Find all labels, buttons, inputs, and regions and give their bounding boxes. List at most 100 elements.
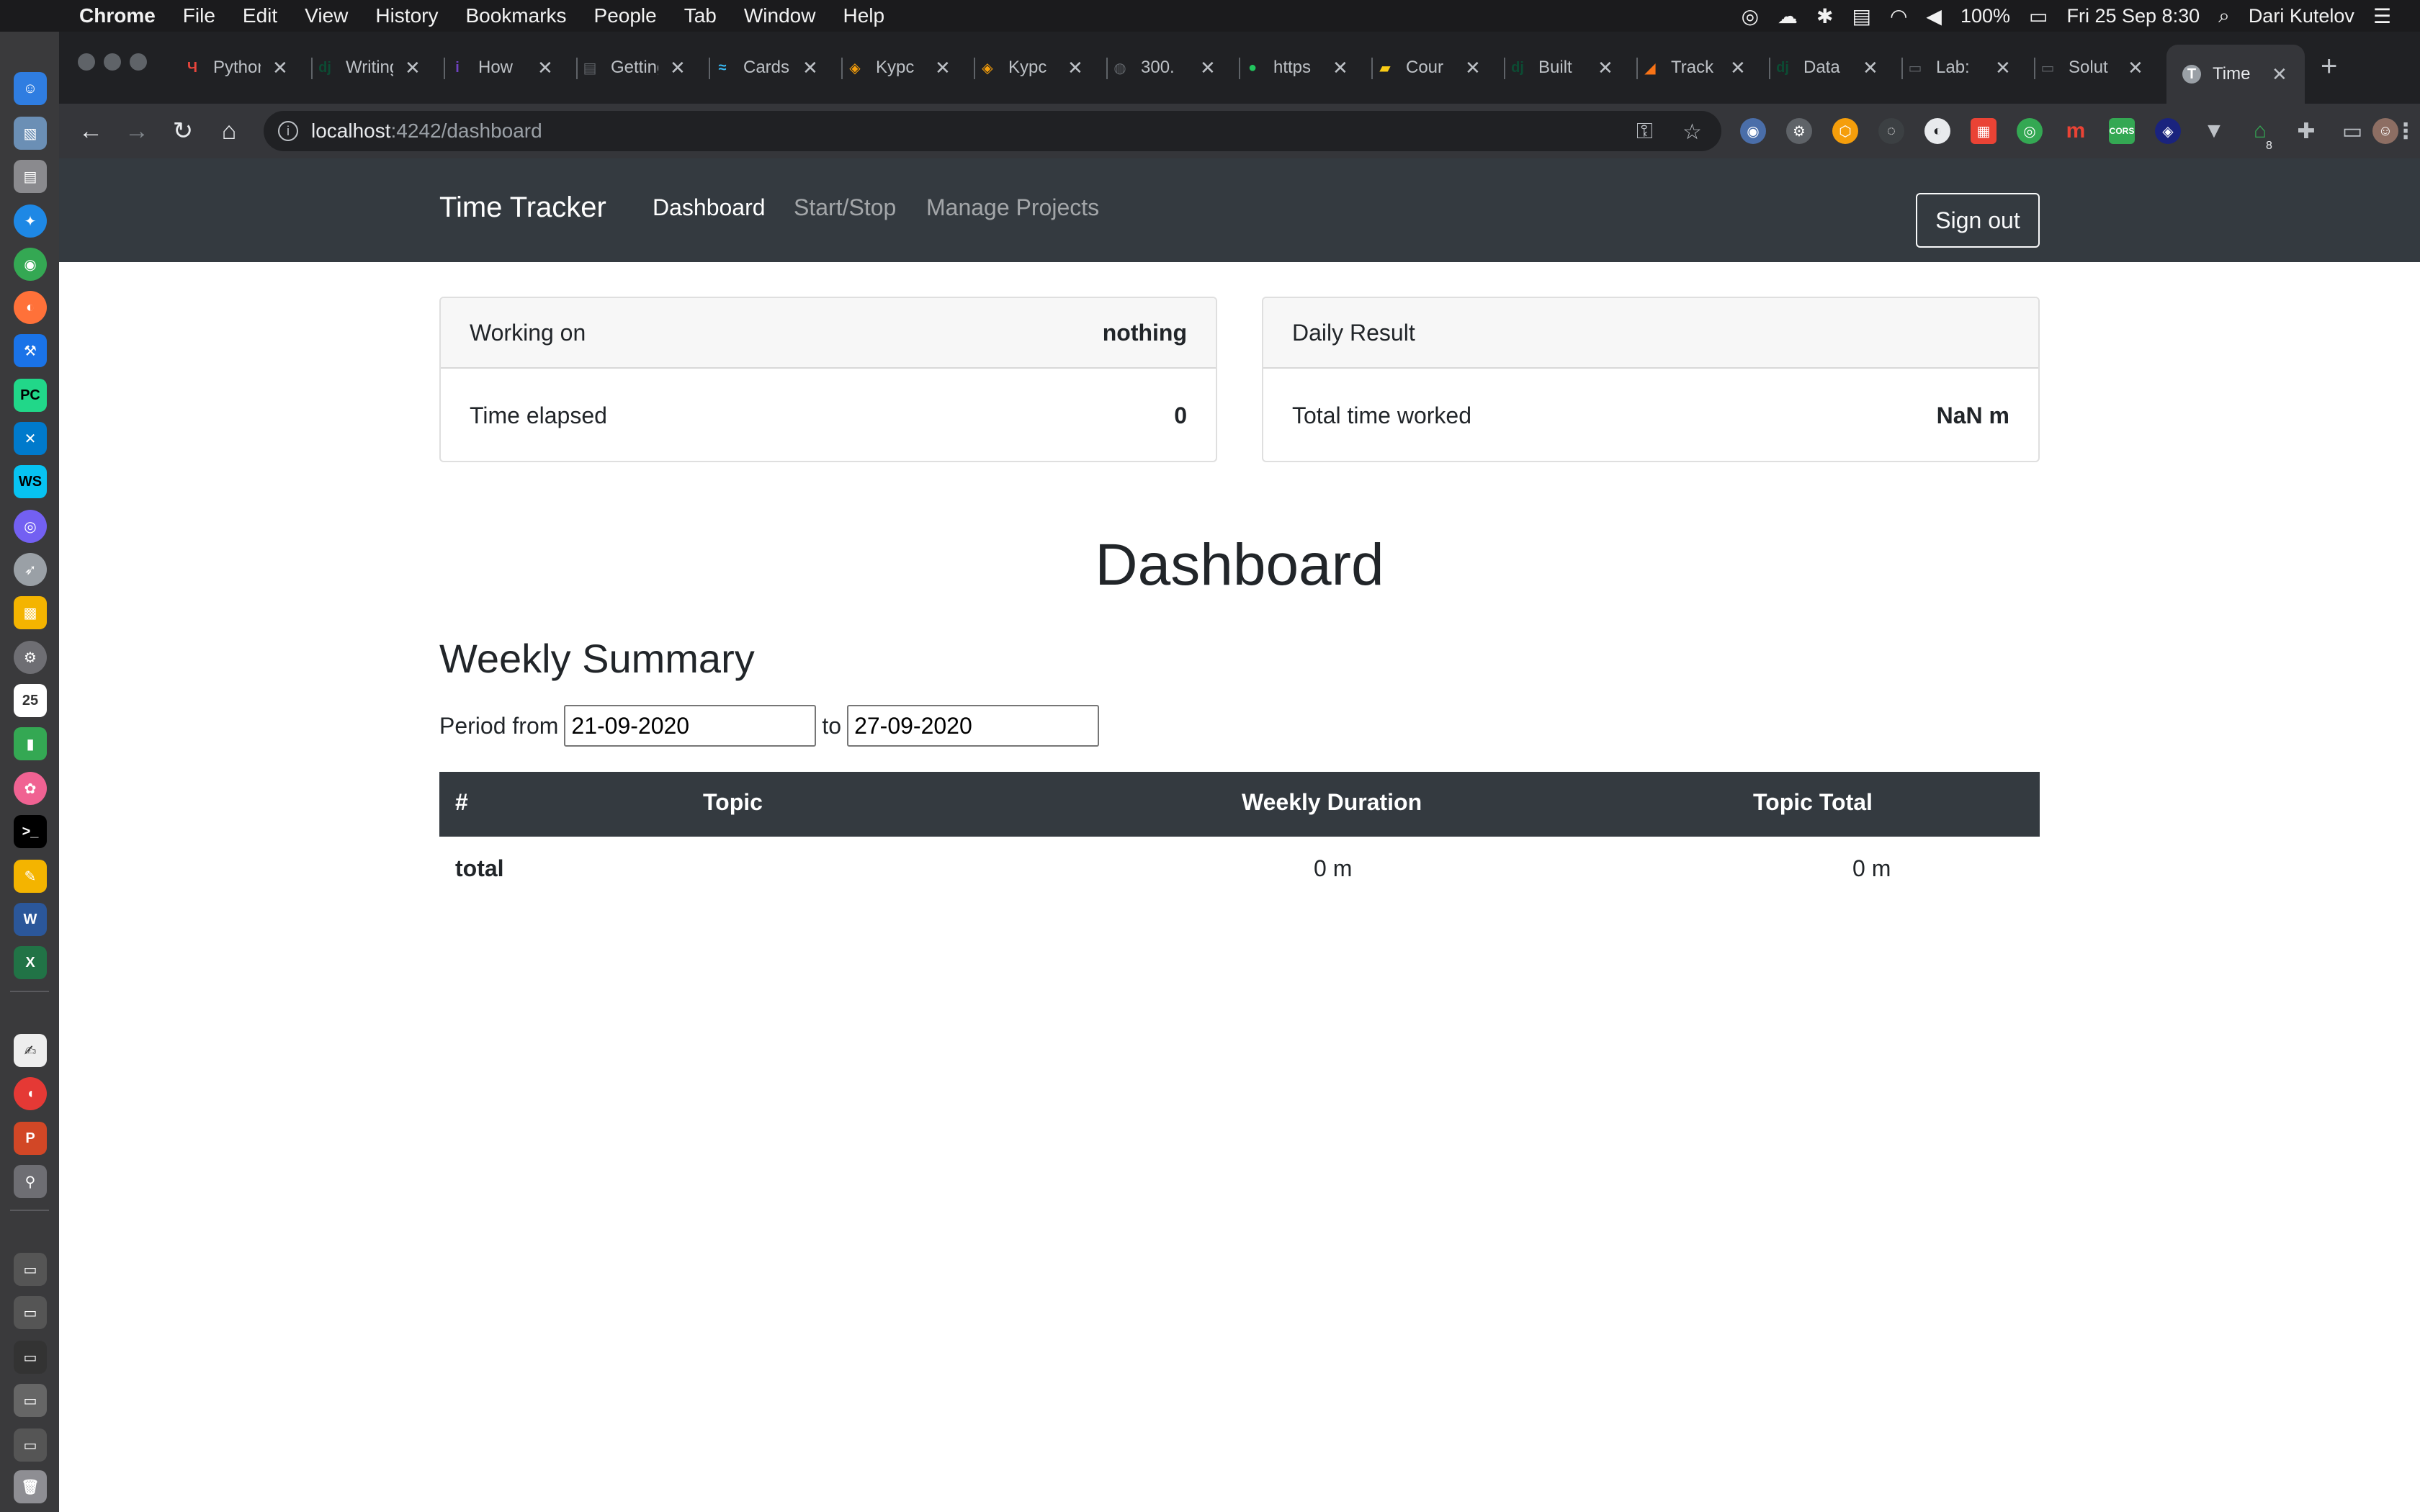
viber-icon[interactable]: ◎: [14, 510, 47, 543]
nav-manage-projects[interactable]: Manage Projects: [926, 194, 1099, 221]
minimized-window-icon[interactable]: ▭: [14, 1341, 47, 1374]
vscode-icon[interactable]: ✕: [14, 422, 47, 455]
cloud-icon[interactable]: ☁: [1778, 4, 1798, 28]
menu-window[interactable]: Window: [744, 4, 816, 27]
tab-close-icon[interactable]: ✕: [272, 57, 288, 79]
browser-tab[interactable]: ▰ Cour ✕: [1376, 48, 1505, 88]
tab-close-icon[interactable]: ✕: [405, 57, 421, 79]
spotlight-search-icon[interactable]: ⌕: [2218, 4, 2230, 28]
menu-tab[interactable]: Tab: [684, 4, 717, 27]
numbers-icon[interactable]: ▮: [14, 727, 47, 760]
sign-out-button[interactable]: Sign out: [1916, 193, 2040, 248]
period-to-input[interactable]: [847, 705, 1100, 747]
tab-close-icon[interactable]: ✕: [537, 57, 553, 79]
tab-close-icon[interactable]: ✕: [2128, 57, 2143, 79]
tab-close-icon[interactable]: ✕: [2272, 63, 2287, 86]
viber-status-icon[interactable]: ◎: [1742, 4, 1759, 28]
extension-icon[interactable]: m: [2063, 118, 2089, 144]
extension-icon[interactable]: ◎: [2017, 118, 2043, 144]
calendar-icon[interactable]: 25: [14, 684, 47, 717]
extension-icon[interactable]: ◌: [1878, 118, 1904, 144]
nav-dashboard[interactable]: Dashboard: [653, 194, 766, 221]
browser-tab[interactable]: ◍ 300. ✕: [1111, 48, 1240, 88]
photo-app-icon[interactable]: ▩: [14, 596, 47, 629]
cast-icon[interactable]: ▭: [2339, 118, 2365, 144]
safari-icon[interactable]: ✦: [14, 204, 47, 238]
tab-close-icon[interactable]: ✕: [802, 57, 818, 79]
menu-file[interactable]: File: [183, 4, 215, 27]
browser-tab[interactable]: ◢ Track ✕: [1641, 48, 1770, 88]
browser-tab[interactable]: Ч Python ✕: [183, 48, 313, 88]
terminal-icon[interactable]: >_: [14, 815, 47, 848]
site-info-icon[interactable]: i: [278, 121, 298, 141]
window-close-button[interactable]: [78, 53, 95, 71]
browser-tab[interactable]: i How ✕: [448, 48, 578, 88]
extension-icon[interactable]: ◐: [1924, 118, 1950, 144]
excel-icon[interactable]: X: [14, 946, 47, 979]
back-icon[interactable]: ←: [73, 114, 108, 148]
bookmark-star-icon[interactable]: ☆: [1682, 120, 1702, 145]
scanner-icon[interactable]: ▤: [14, 160, 47, 193]
extension-icon[interactable]: ◈: [2155, 118, 2181, 144]
nav-start-stop[interactable]: Start/Stop: [794, 194, 896, 221]
period-from-input[interactable]: [564, 705, 817, 747]
minimized-window-icon[interactable]: ▭: [14, 1296, 47, 1329]
menu-people[interactable]: People: [594, 4, 657, 27]
preview-icon[interactable]: ▧: [14, 117, 47, 150]
tab-close-icon[interactable]: ✕: [1465, 57, 1481, 79]
home-icon[interactable]: ⌂: [212, 114, 246, 148]
chrome-icon[interactable]: ◉: [14, 248, 47, 281]
xcode-icon[interactable]: ⚒: [14, 334, 47, 367]
key-icon[interactable]: ⚿: [1636, 120, 1653, 144]
browser-tab[interactable]: dj Built ✕: [1508, 48, 1638, 88]
browser-tab[interactable]: dj Data ✕: [1773, 48, 1903, 88]
menu-help[interactable]: Help: [843, 4, 884, 27]
utility-icon[interactable]: ⚲: [14, 1165, 47, 1198]
menu-app-chrome[interactable]: Chrome: [79, 4, 156, 27]
tab-close-icon[interactable]: ✕: [935, 57, 951, 79]
volume-icon[interactable]: ◀: [1926, 4, 1942, 28]
address-bar[interactable]: i localhost:4242/dashboard ⚿ ☆: [264, 111, 1721, 151]
minimized-window-icon[interactable]: ▭: [14, 1384, 47, 1417]
browser-tab[interactable]: ▤ Getting ✕: [581, 48, 710, 88]
tab-close-icon[interactable]: ✕: [1597, 57, 1613, 79]
browser-tab[interactable]: ◈ Kypc ✕: [846, 48, 975, 88]
battery-icon[interactable]: ▭: [2029, 4, 2048, 28]
menu-history[interactable]: History: [375, 4, 438, 27]
minimized-window-icon[interactable]: ▭: [14, 1428, 47, 1462]
battery-percentage[interactable]: 100%: [1960, 5, 2010, 27]
user-name[interactable]: Dari Kutelov: [2249, 5, 2354, 27]
tab-close-icon[interactable]: ✕: [1730, 57, 1746, 79]
browser-tab[interactable]: ▭ Lab: ✕: [1906, 48, 2035, 88]
pycharm-icon[interactable]: PC: [14, 379, 47, 412]
browser-tab[interactable]: ● https ✕: [1243, 48, 1373, 88]
extension-icon[interactable]: ⬡: [1832, 118, 1858, 144]
finder-icon[interactable]: ☺: [14, 72, 47, 105]
forward-icon[interactable]: →: [120, 114, 154, 148]
extension-icon[interactable]: ◉: [1740, 118, 1766, 144]
chrome-menu-icon[interactable]: ⋮: [2395, 118, 2416, 144]
notes-icon[interactable]: ✎: [14, 860, 47, 893]
window-zoom-button[interactable]: [130, 53, 147, 71]
tab-close-icon[interactable]: ✕: [1863, 57, 1878, 79]
tab-close-icon[interactable]: ✕: [1332, 57, 1348, 79]
tab-close-icon[interactable]: ✕: [1995, 57, 2011, 79]
browser-tab[interactable]: ▭ Solut ✕: [2038, 48, 2161, 88]
tab-close-icon[interactable]: ✕: [1067, 57, 1083, 79]
textedit-icon[interactable]: ✍: [14, 1034, 47, 1067]
brand-link[interactable]: Time Tracker: [439, 192, 606, 224]
reload-icon[interactable]: ↻: [166, 114, 200, 148]
browser-tab[interactable]: ≈ Cards ✕: [713, 48, 843, 88]
extension-cors-icon[interactable]: CORS: [2109, 118, 2135, 144]
menu-bookmarks[interactable]: Bookmarks: [465, 4, 566, 27]
minimized-window-icon[interactable]: ▭: [14, 1253, 47, 1286]
wifi-icon[interactable]: ◠: [1890, 4, 1907, 28]
powerpoint-icon[interactable]: P: [14, 1122, 47, 1155]
browser-tab[interactable]: ◈ Kypc ✕: [978, 48, 1108, 88]
launchpad-icon[interactable]: ➶: [14, 553, 47, 586]
tab-time-tracker[interactable]: T Time ✕: [2166, 45, 2305, 104]
photos-icon[interactable]: ✿: [14, 772, 47, 805]
tab-close-icon[interactable]: ✕: [1200, 57, 1216, 79]
webstorm-icon[interactable]: WS: [14, 465, 47, 498]
extensions-puzzle-icon[interactable]: ✚: [2293, 118, 2319, 144]
